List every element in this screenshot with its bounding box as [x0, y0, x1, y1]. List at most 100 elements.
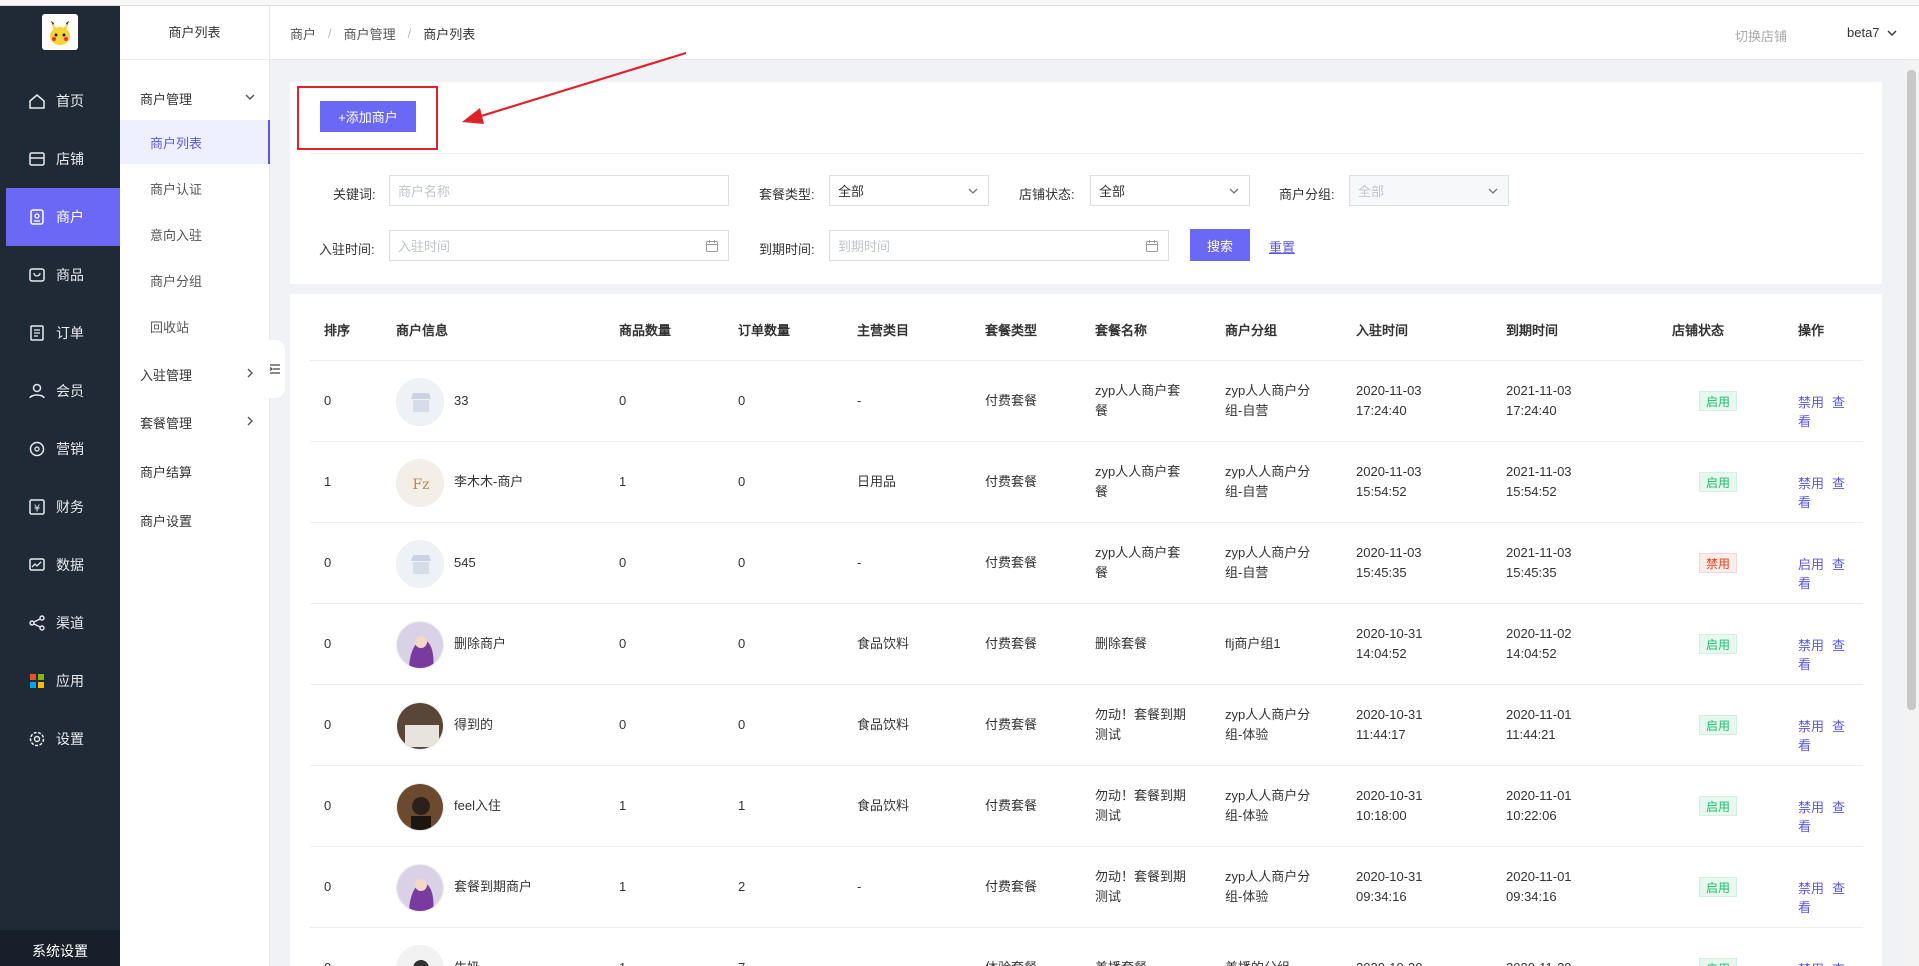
nav-item-order[interactable]: 订单 [6, 304, 120, 362]
expire-time-label: 到期时间: [759, 242, 815, 257]
subnav-item[interactable]: 商户分组 [120, 258, 270, 302]
nav-item-data[interactable]: 数据 [6, 536, 120, 594]
toggle-status-link[interactable]: 禁用 [1798, 476, 1824, 491]
expire-time-cell-line: 09:34:16 [1506, 889, 1557, 904]
status-badge: 禁用 [1699, 553, 1738, 573]
scrollbar-thumb[interactable] [1907, 70, 1916, 710]
nav-item-settings[interactable]: 设置 [6, 710, 120, 768]
store-icon [26, 149, 48, 169]
user-menu[interactable]: beta7 [1847, 25, 1898, 40]
breadcrumb-current: 商户列表 [423, 26, 476, 42]
merchant-group-cell: zyp人人商户分 组-自营 [1225, 462, 1310, 502]
expire-time-cell-line: 2020-11-01 [1506, 707, 1572, 722]
page-scrollbar[interactable] [1904, 60, 1919, 966]
package-type-value: 全部 [838, 184, 865, 199]
order-count-cell: 0 [738, 393, 746, 408]
toggle-status-link[interactable]: 禁用 [1798, 962, 1824, 966]
nav-item-label: 应用 [56, 673, 84, 689]
subnav-group-merchant[interactable]: 商户管理 [120, 76, 270, 120]
product-icon [26, 265, 48, 285]
package-name-cell-line: 测试 [1095, 889, 1122, 904]
subnav-item[interactable]: 商户认证 [120, 166, 270, 210]
nav-item-label: 首页 [56, 93, 84, 109]
order-count-cell: 1 [738, 798, 746, 813]
join-time-picker[interactable]: 入驻时间 [389, 230, 729, 261]
table-header-cell: 入驻时间 [1356, 323, 1409, 338]
nav-item-apps[interactable]: 应用 [6, 652, 120, 710]
toggle-status-link[interactable]: 禁用 [1798, 881, 1824, 896]
merchant-group-cell: zyp人人商户分 组-体验 [1225, 786, 1310, 826]
category-cell: - [857, 879, 862, 894]
nav-item-member[interactable]: 会员 [6, 362, 120, 420]
table-header-cell: 套餐名称 [1095, 323, 1148, 338]
toggle-status-link[interactable]: 禁用 [1798, 638, 1824, 653]
merchant-group-cell-line: 组-体验 [1225, 727, 1269, 742]
expire-time-cell-line: 2020-11-29 [1506, 958, 1572, 966]
merchant-avatar: Fz [396, 459, 444, 507]
subnav-item[interactable]: 商户列表 [120, 120, 270, 164]
package-name-cell: zyp人人商户套餐 [1095, 543, 1180, 583]
expire-time-cell: 2020-11-01 11:44:21 [1506, 705, 1572, 745]
goods-count-cell: 1 [619, 474, 627, 489]
expire-time-cell-line: 2020-11-01 [1506, 788, 1572, 803]
keyword-placeholder: 商户名称 [398, 184, 451, 199]
reset-link[interactable]: 重置 [1269, 237, 1295, 256]
join-time-cell: 2020-10-31 10:18:00 [1356, 786, 1423, 826]
search-button[interactable]: 搜索 [1190, 229, 1250, 261]
chevron-right-icon [247, 416, 253, 426]
subnav-group-package[interactable]: 套餐管理 [120, 400, 270, 444]
keyword-input[interactable]: 商户名称 [389, 175, 729, 206]
table-header-cell: 操作 [1798, 323, 1825, 338]
merchant-group-cell-line: zyp人人商户分 [1225, 464, 1311, 479]
goods-count-cell: 1 [619, 879, 627, 894]
subnav-item[interactable]: 回收站 [120, 304, 270, 348]
sort-cell: 0 [324, 879, 332, 894]
status-badge: 启用 [1699, 958, 1738, 966]
nav-item-marketing[interactable]: 营销 [6, 420, 120, 478]
breadcrumb-item[interactable]: 商户管理 [344, 24, 396, 43]
nav-item-product[interactable]: 商品 [6, 246, 120, 304]
nav-item-channel[interactable]: 渠道 [6, 594, 120, 652]
nav-item-label: 商户 [56, 209, 84, 225]
store-status-select[interactable]: 全部 [1090, 175, 1250, 206]
join-time-cell: 2020-10-31 11:44:17 [1356, 705, 1423, 745]
sidebar-collapse-toggle[interactable] [265, 340, 285, 398]
merchant-group-select[interactable]: 全部 [1349, 175, 1509, 206]
subnav-item-settings[interactable]: 商户设置 [120, 498, 270, 542]
subnav-group-settle[interactable]: 入驻管理 [120, 352, 270, 396]
order-count-cell: 0 [738, 555, 746, 570]
switch-store-link[interactable]: 切换店铺 [1735, 26, 1787, 45]
expire-time-cell-line: 15:54:52 [1506, 484, 1557, 499]
system-settings-link[interactable]: 系统设置 [0, 930, 120, 966]
toggle-status-link[interactable]: 启用 [1798, 557, 1824, 572]
calendar-icon [1146, 240, 1158, 252]
package-name-cell-line: zyp人人商户套 [1095, 464, 1181, 479]
sort-cell: 0 [324, 798, 332, 813]
package-type-select[interactable]: 全部 [829, 175, 989, 206]
subnav-item[interactable]: 意向入驻 [120, 212, 270, 256]
toggle-status-link[interactable]: 禁用 [1798, 395, 1824, 410]
nav-item-label: 营销 [56, 441, 84, 457]
status-badge: 启用 [1699, 796, 1738, 816]
merchant-name-cell: 牛奶 [454, 958, 480, 966]
secondary-sidebar: 商户列表 商户管理 商户列表 商户认证 意向入驻 商户分组 回收站 入驻管理 套餐管理 … [120, 6, 270, 966]
nav-item-finance[interactable]: ¥ 财务 [6, 478, 120, 536]
subnav-item-billing[interactable]: 商户结算 [120, 449, 270, 493]
toggle-status-link[interactable]: 禁用 [1798, 719, 1824, 734]
table-row: 0 牛奶 1 7 体验套餐 美播套餐 美播的分组 2020-10-30 2020-11-29 启用… [310, 928, 1863, 966]
toggle-status-link[interactable]: 禁用 [1798, 800, 1824, 815]
menu-fold-icon [269, 364, 280, 374]
expire-time-cell: 2020-11-01 10:22:06 [1506, 786, 1572, 826]
expire-time-cell-line: 2020-11-01 [1506, 869, 1572, 884]
goods-count-cell: 1 [619, 798, 627, 813]
merchant-group-cell-line: 组-自营 [1225, 565, 1269, 580]
table-header-cell: 商户分组 [1225, 323, 1278, 338]
table-row: 0 545 0 0 - 付费套餐 zyp人人商户套餐 zyp人人商户分 组-自营 2020-11-… [310, 523, 1863, 604]
package-name-cell-line: 餐 [1095, 565, 1109, 580]
row-actions: 禁用查看 [1798, 797, 1863, 835]
breadcrumb-item[interactable]: 商户 [290, 24, 316, 43]
nav-item-merchant[interactable]: 商户 [6, 188, 120, 246]
nav-item-home[interactable]: 首页 [6, 72, 120, 130]
nav-item-store[interactable]: 店铺 [6, 130, 120, 188]
expire-time-picker[interactable]: 到期时间 [829, 230, 1169, 261]
